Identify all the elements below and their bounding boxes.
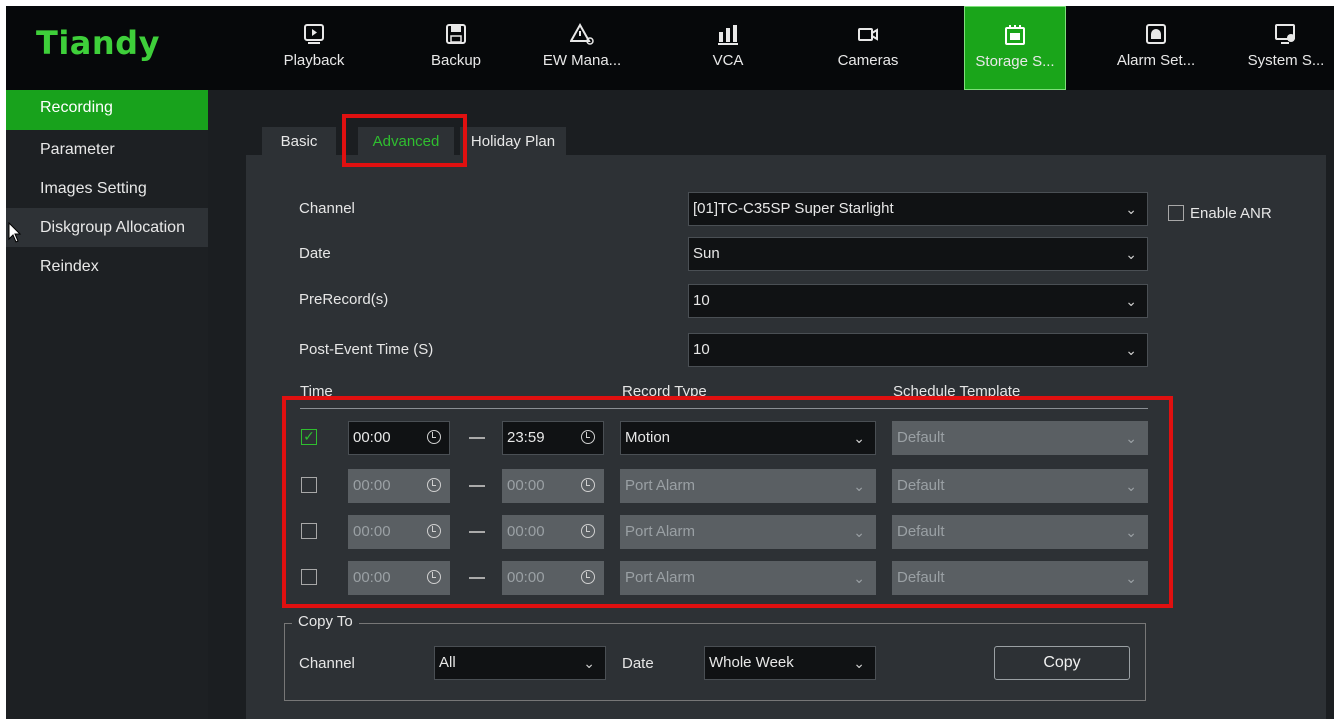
highlight-box-advanced-tab — [342, 114, 467, 167]
chevron-down-icon: ⌄ — [1125, 293, 1137, 309]
tab-holiday-plan[interactable]: Holiday Plan — [460, 127, 566, 157]
sidebar-item-diskgroup-allocation[interactable]: Diskgroup Allocation — [6, 208, 208, 247]
prerecord-select-value: 10 — [693, 292, 710, 309]
copy-date-value: Whole Week — [709, 654, 794, 671]
post-event-label: Post-Event Time (S) — [299, 341, 434, 358]
sidebar-item-parameter[interactable]: Parameter — [6, 130, 208, 169]
copy-button[interactable]: Copy — [994, 646, 1130, 680]
top-nav-bar: Tiandy Playback Backup EW Mana... VCA Ca… — [6, 6, 1334, 90]
storage-icon — [1005, 25, 1025, 45]
nav-label: VCA — [712, 52, 744, 69]
sidebar-item-images-setting[interactable]: Images Setting — [6, 169, 208, 208]
copy-channel-value: All — [439, 654, 456, 671]
chevron-down-icon: ⌄ — [1125, 201, 1137, 217]
nav-alarm-settings[interactable]: Alarm Set... — [1108, 6, 1204, 90]
date-label: Date — [299, 245, 331, 262]
date-select-value: Sun — [693, 245, 720, 262]
nav-label: System S... — [1247, 52, 1325, 69]
tiandy-logo: Tiandy — [36, 24, 160, 62]
channel-select-value: [01]TC-C35SP Super Starlight — [693, 200, 894, 217]
chevron-down-icon: ⌄ — [853, 655, 865, 671]
camera-icon — [858, 28, 878, 41]
chevron-down-icon: ⌄ — [583, 655, 595, 671]
warning-settings-icon — [570, 22, 594, 45]
post-event-select-value: 10 — [693, 341, 710, 358]
system-settings-icon — [1275, 24, 1295, 44]
chevron-down-icon: ⌄ — [1125, 246, 1137, 262]
copy-channel-label: Channel — [299, 655, 355, 672]
chevron-down-icon: ⌄ — [1125, 342, 1137, 358]
tab-basic[interactable]: Basic — [262, 127, 336, 157]
prerecord-label: PreRecord(s) — [299, 291, 389, 308]
vca-icon — [718, 25, 738, 45]
nav-system-settings[interactable]: System S... — [1238, 6, 1334, 90]
enable-anr-label: Enable ANR — [1190, 205, 1272, 222]
nav-ew-management[interactable]: EW Mana... — [534, 6, 630, 90]
nav-backup[interactable]: Backup — [408, 6, 504, 90]
nav-cameras[interactable]: Cameras — [820, 6, 916, 90]
copy-date-select[interactable]: Whole Week ⌄ — [704, 646, 876, 680]
highlight-box-schedule — [282, 396, 1173, 608]
nav-label: Cameras — [837, 52, 899, 69]
nav-storage-settings[interactable]: Storage S... — [964, 6, 1066, 90]
nav-playback[interactable]: Playback — [266, 6, 362, 90]
nav-vca[interactable]: VCA — [680, 6, 776, 90]
copy-channel-select[interactable]: All ⌄ — [434, 646, 606, 680]
nav-label: EW Mana... — [542, 52, 622, 69]
post-event-select[interactable]: 10 ⌄ — [688, 333, 1148, 367]
nav-label: Storage S... — [975, 53, 1055, 70]
mouse-cursor-icon — [8, 222, 22, 243]
nav-label: Backup — [430, 52, 482, 69]
backup-icon — [446, 24, 466, 44]
copy-to-legend: Copy To — [292, 613, 359, 630]
nav-label: Playback — [283, 52, 345, 69]
channel-label: Channel — [299, 200, 355, 217]
enable-anr-checkbox[interactable] — [1168, 205, 1184, 221]
sidebar-item-recording[interactable]: Recording — [6, 90, 208, 130]
playback-icon — [304, 24, 324, 44]
copy-date-label: Date — [622, 655, 654, 672]
prerecord-select[interactable]: 10 ⌄ — [688, 284, 1148, 318]
sidebar: Recording Parameter Images Setting Diskg… — [6, 90, 208, 719]
date-select[interactable]: Sun ⌄ — [688, 237, 1148, 271]
sidebar-item-reindex[interactable]: Reindex — [6, 247, 208, 286]
channel-select[interactable]: [01]TC-C35SP Super Starlight ⌄ — [688, 192, 1148, 226]
alarm-icon — [1146, 24, 1166, 44]
nav-label: Alarm Set... — [1116, 52, 1196, 69]
